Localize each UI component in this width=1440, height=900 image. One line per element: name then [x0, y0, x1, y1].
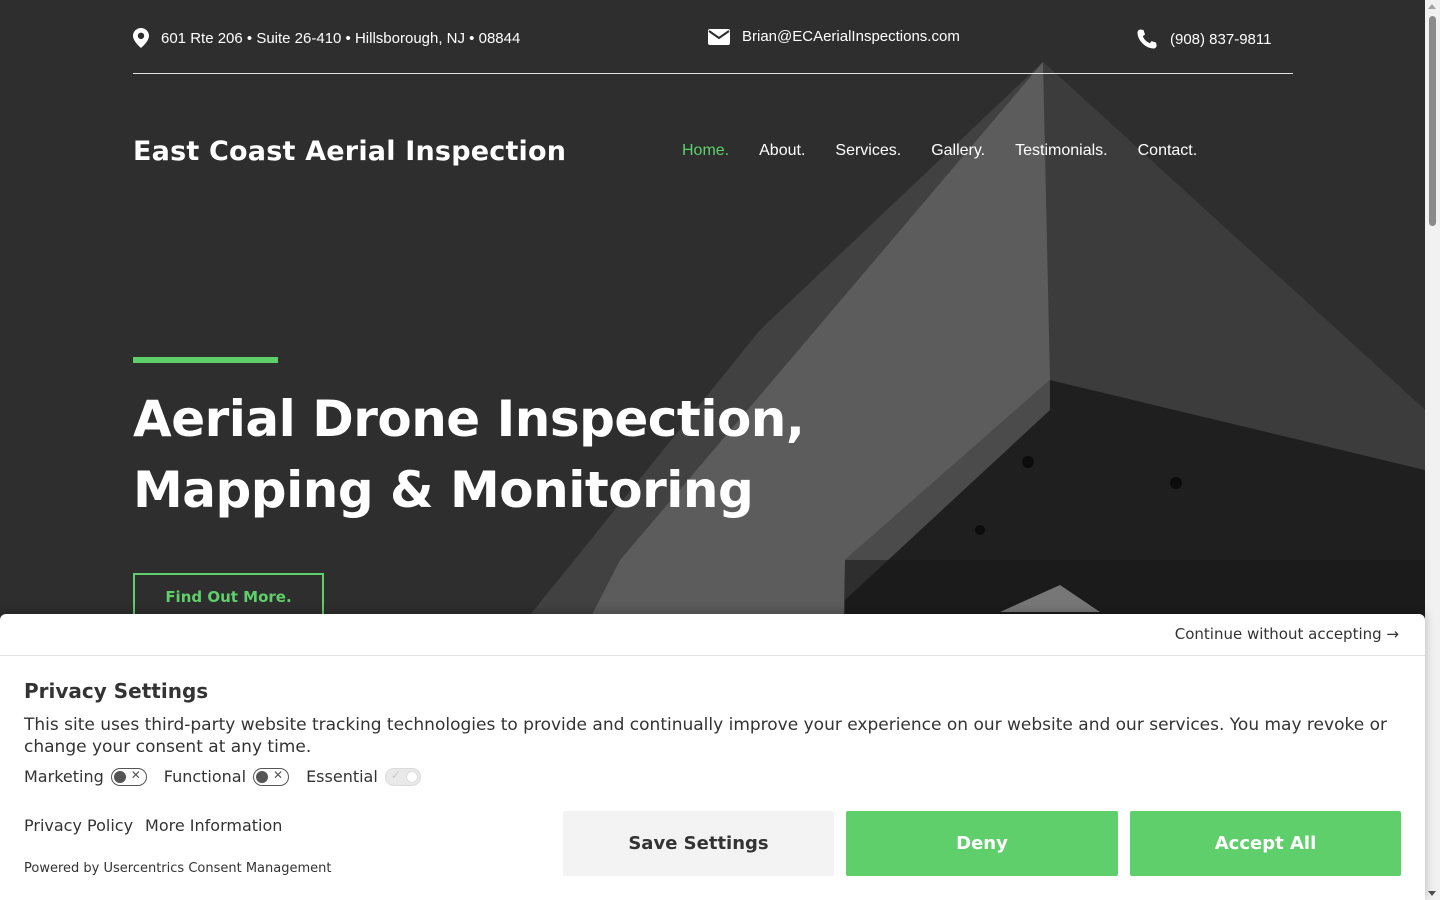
- email-link[interactable]: Brian@ECAerialInspections.com: [742, 28, 960, 45]
- nav-about[interactable]: About.: [759, 142, 805, 160]
- more-information-link[interactable]: More Information: [145, 816, 282, 835]
- nav-testimonials[interactable]: Testimonials.: [1015, 142, 1107, 160]
- toggle-marketing-label: Marketing: [24, 767, 104, 786]
- switch-off-x-icon: ✕: [273, 767, 284, 782]
- scroll-up-arrow-icon[interactable]: [1428, 4, 1436, 9]
- toggle-functional-label: Functional: [163, 767, 247, 786]
- consent-links: Privacy Policy More Information: [24, 816, 282, 835]
- nav-home[interactable]: Home.: [682, 142, 729, 160]
- deny-button[interactable]: Deny: [846, 811, 1118, 876]
- phone-link[interactable]: (908) 837-9811: [1170, 31, 1271, 48]
- main-navigation: Home. About. Services. Gallery. Testimon…: [682, 142, 1197, 160]
- envelope-icon: [708, 28, 730, 45]
- consent-title: Privacy Settings: [24, 679, 209, 703]
- marketing-switch[interactable]: ✕: [110, 767, 147, 786]
- phone-item[interactable]: (908) 837-9811: [1136, 28, 1271, 50]
- scrollbar-thumb[interactable]: [1429, 16, 1436, 226]
- save-settings-button[interactable]: Save Settings: [563, 811, 834, 876]
- headline-accent-line: [133, 357, 278, 363]
- site-logo-text[interactable]: East Coast Aerial Inspection: [133, 136, 566, 167]
- nav-services[interactable]: Services.: [835, 142, 901, 160]
- toggle-functional: Functional ✕: [163, 767, 290, 786]
- toggle-essential-label: Essential: [306, 767, 378, 786]
- functional-switch[interactable]: ✕: [253, 767, 290, 786]
- privacy-consent-banner: Continue without accepting → Privacy Set…: [0, 614, 1425, 900]
- contact-topbar: 601 Rte 206 • Suite 26-410 • Hillsboroug…: [133, 0, 1293, 74]
- hero-headline: Aerial Drone Inspection, Mapping & Monit…: [133, 384, 893, 526]
- toggle-essential: Essential ✓: [306, 767, 421, 786]
- address-item[interactable]: 601 Rte 206 • Suite 26-410 • Hillsboroug…: [133, 28, 520, 48]
- consent-toggles: Marketing ✕ Functional ✕ Essential ✓: [24, 767, 438, 786]
- consent-top-row: Continue without accepting →: [0, 614, 1425, 656]
- toggle-marketing: Marketing ✕: [24, 767, 147, 786]
- scroll-down-arrow-icon[interactable]: [1428, 891, 1436, 896]
- essential-switch-disabled: ✓: [384, 767, 421, 786]
- continue-without-accepting-link[interactable]: Continue without accepting →: [1175, 625, 1399, 643]
- consent-description: This site uses third-party website track…: [24, 715, 1387, 757]
- email-item[interactable]: Brian@ECAerialInspections.com: [708, 28, 960, 45]
- accept-all-button[interactable]: Accept All: [1130, 811, 1401, 876]
- page-scrollbar[interactable]: [1425, 0, 1440, 900]
- phone-icon: [1137, 29, 1157, 49]
- switch-knob: [405, 770, 418, 783]
- headline-line-2: Mapping & Monitoring: [133, 461, 754, 519]
- headline-line-1: Aerial Drone Inspection,: [133, 390, 805, 448]
- nav-gallery[interactable]: Gallery.: [931, 142, 985, 160]
- switch-off-x-icon: ✕: [130, 767, 141, 782]
- powered-by-text: Powered by Usercentrics Consent Manageme…: [24, 861, 332, 876]
- map-pin-icon: [133, 28, 149, 48]
- privacy-policy-link[interactable]: Privacy Policy: [24, 816, 133, 835]
- switch-knob: [113, 770, 126, 783]
- switch-check-icon: ✓: [390, 767, 401, 782]
- switch-knob: [256, 770, 269, 783]
- nav-contact[interactable]: Contact.: [1138, 142, 1198, 160]
- address-text: 601 Rte 206 • Suite 26-410 • Hillsboroug…: [161, 29, 521, 47]
